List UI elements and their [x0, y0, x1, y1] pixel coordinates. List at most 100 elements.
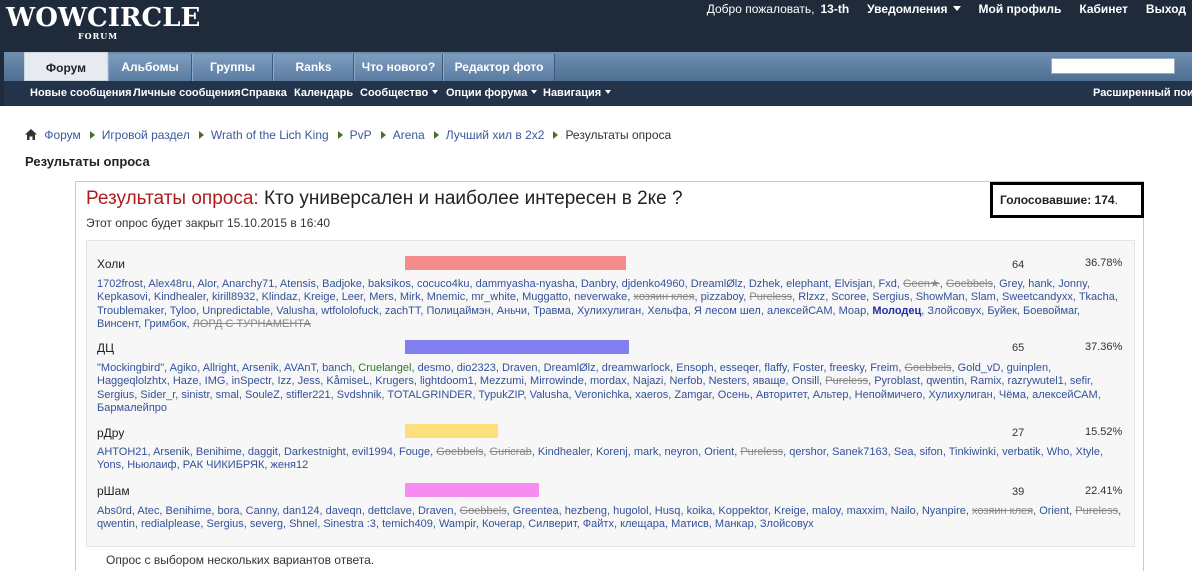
voter-link[interactable]: verbatik — [1002, 446, 1041, 458]
voter-link[interactable]: Молодец — [872, 305, 921, 317]
voter-link[interactable]: koika — [687, 505, 713, 517]
voter-link[interactable]: Draven — [418, 505, 453, 517]
voter-link[interactable]: Xtyle — [1076, 446, 1100, 458]
voter-link[interactable]: Mnemic — [427, 291, 466, 303]
voter-link[interactable]: Sergius — [207, 518, 244, 530]
voter-link[interactable]: dettclave — [368, 505, 412, 517]
voter-link[interactable]: Sinestra :3 — [323, 518, 376, 530]
voter-link[interactable]: qwentin — [97, 518, 135, 530]
voter-link[interactable]: sefir — [1070, 375, 1090, 387]
voter-link[interactable]: mordax — [590, 375, 627, 387]
voter-link[interactable]: Nyanpire — [922, 505, 966, 517]
voter-link[interactable]: dan124 — [283, 505, 320, 517]
voter-link[interactable]: Goebbels — [460, 505, 507, 517]
voter-link[interactable]: Badjoke — [322, 278, 362, 290]
breadcrumb-pvp[interactable]: PvP — [350, 128, 372, 142]
subnav-help[interactable]: Справка — [241, 87, 287, 99]
voter-link[interactable]: mr_white — [471, 291, 516, 303]
voter-link[interactable]: хозяин клея — [972, 505, 1033, 517]
breadcrumb-game-section[interactable]: Игровой раздел — [102, 128, 190, 142]
voter-link[interactable]: Pyroblast — [874, 375, 920, 387]
voter-link[interactable]: Tkacha — [1079, 291, 1115, 303]
voter-link[interactable]: dreamwarlock — [602, 362, 670, 374]
voter-link[interactable]: Гримбок — [144, 318, 186, 330]
voter-link[interactable]: Abs0rd — [97, 505, 132, 517]
voter-link[interactable]: redialplease — [141, 518, 200, 530]
voter-link[interactable]: Sider_r — [140, 389, 175, 401]
voter-link[interactable]: Agiko — [170, 362, 198, 374]
voter-link[interactable]: Бармалейпро — [97, 402, 167, 414]
voter-link[interactable]: freesky — [829, 362, 864, 374]
voter-link[interactable]: Atensis — [280, 278, 316, 290]
voter-link[interactable]: Mirk — [400, 291, 421, 303]
voter-link[interactable]: Pureless — [740, 446, 783, 458]
voter-link[interactable]: Haggeqlolzhtx — [97, 375, 167, 387]
voter-link[interactable]: Rlzxz — [798, 291, 825, 303]
voter-link[interactable]: Силверит — [528, 518, 576, 530]
voter-link[interactable]: elephant — [786, 278, 828, 290]
voter-link[interactable]: djdenko4960 — [622, 278, 685, 290]
voter-link[interactable]: Benihime — [166, 505, 212, 517]
cabinet-link[interactable]: Кабинет — [1079, 2, 1128, 16]
home-icon[interactable] — [25, 129, 37, 140]
voter-link[interactable]: Troublemaker — [97, 305, 164, 317]
voter-link[interactable]: Mezzumi — [480, 375, 524, 387]
voter-link[interactable]: Allright — [203, 362, 237, 374]
voter-link[interactable]: desmo — [418, 362, 451, 374]
voter-link[interactable]: Авторитет — [756, 389, 807, 401]
voter-link[interactable]: Gold_vD — [958, 362, 1001, 374]
voter-link[interactable]: daveqn — [326, 505, 362, 517]
voter-link[interactable]: AVAnT — [284, 362, 316, 374]
voter-link[interactable]: Izz — [277, 375, 291, 387]
voter-link[interactable]: maloy — [812, 505, 841, 517]
voter-link[interactable]: Непоймичего — [855, 389, 923, 401]
voter-link[interactable]: Zamgar — [674, 389, 711, 401]
notifications-menu[interactable]: Уведомления — [867, 2, 961, 16]
voter-link[interactable]: Sea — [894, 446, 914, 458]
voter-link[interactable]: Valusha — [276, 305, 315, 317]
voter-link[interactable]: Винсент — [97, 318, 138, 330]
voter-link[interactable]: алексейСАМ — [767, 305, 833, 317]
voter-link[interactable]: Манкар — [715, 518, 754, 530]
voter-link[interactable]: Svdshnik — [337, 389, 382, 401]
voter-link[interactable]: Valusha — [530, 389, 569, 401]
subnav-community[interactable]: Сообщество — [360, 87, 439, 99]
voter-link[interactable]: neyron — [664, 446, 698, 458]
voter-link[interactable]: pizzaboy — [701, 291, 744, 303]
voter-link[interactable]: Freim — [870, 362, 898, 374]
voter-link[interactable]: DreamlØlz — [544, 362, 596, 374]
voter-link[interactable]: Greentea — [513, 505, 559, 517]
voter-link[interactable]: Sanek7163 — [832, 446, 888, 458]
voter-link[interactable]: Pureless — [1075, 505, 1118, 517]
voter-link[interactable]: Злойсовух — [927, 305, 981, 317]
voter-link[interactable]: Krugers — [375, 375, 414, 387]
tab-albums[interactable]: Альбомы — [108, 54, 192, 81]
voter-link[interactable]: lightdoom1 — [420, 375, 474, 387]
subnav-new-posts[interactable]: Новые сообщения — [30, 87, 132, 99]
voter-link[interactable]: razrywutel1 — [1008, 375, 1064, 387]
voter-link[interactable]: Arsenik — [242, 362, 279, 374]
voter-link[interactable]: Leer — [342, 291, 363, 303]
voter-link[interactable]: яваще — [753, 375, 786, 387]
voter-link[interactable]: РАК ЧИКИБРЯК — [183, 459, 265, 471]
voter-link[interactable]: алексейСАМ — [1032, 389, 1098, 401]
voter-link[interactable]: severg — [250, 518, 283, 530]
voter-link[interactable]: Grey — [999, 278, 1022, 290]
voter-link[interactable]: Muggatto — [522, 291, 568, 303]
voter-link[interactable]: flaffy — [764, 362, 786, 374]
breadcrumb-wotlk[interactable]: Wrath of the Lich King — [211, 128, 329, 142]
voter-link[interactable]: Полицаймэн — [426, 305, 490, 317]
voter-link[interactable]: Sergius — [872, 291, 909, 303]
voter-link[interactable]: qwentin — [926, 375, 964, 387]
voter-link[interactable]: Shnel — [289, 518, 317, 530]
voter-link[interactable]: baksikos — [368, 278, 411, 290]
voter-link[interactable]: Буйек — [987, 305, 1017, 317]
voter-link[interactable]: Моар — [839, 305, 867, 317]
voter-link[interactable]: Alor — [197, 278, 216, 290]
voter-link[interactable]: Ensoph — [676, 362, 713, 374]
voter-link[interactable]: Veronichka — [575, 389, 629, 401]
voter-link[interactable]: Kindhealer — [154, 291, 206, 303]
tab-photo-editor[interactable]: Редактор фото — [443, 54, 555, 81]
voter-link[interactable]: Unpredictable — [202, 305, 270, 317]
voter-link[interactable]: Arsenik — [153, 446, 190, 458]
